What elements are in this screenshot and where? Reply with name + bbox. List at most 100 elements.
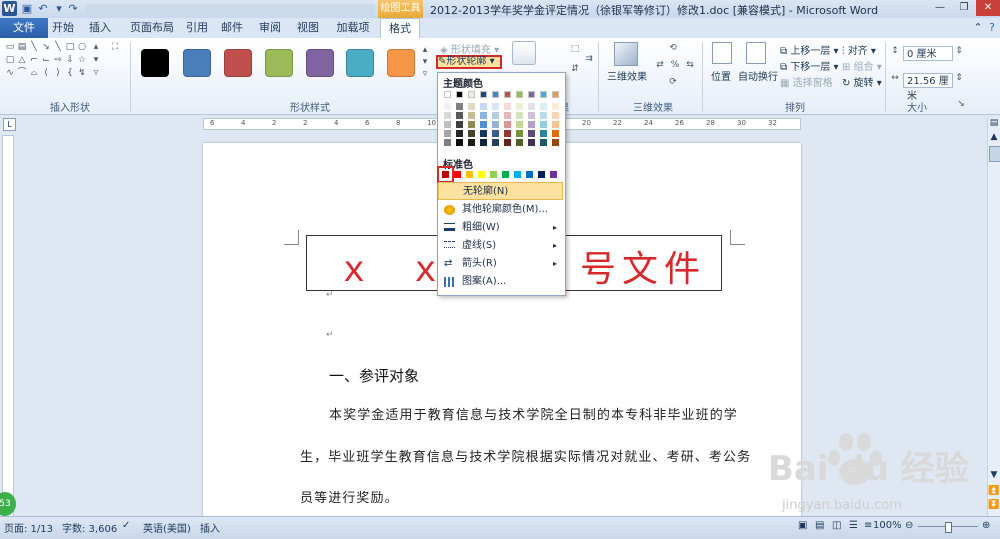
- bracket-shape-icon[interactable]: ⟩: [53, 68, 63, 78]
- arrow-down-shape-icon[interactable]: ⇩: [65, 55, 75, 65]
- status-page[interactable]: 页面: 1/13: [4, 520, 53, 535]
- theme-color-swatch[interactable]: [504, 91, 511, 98]
- theme-shade-swatch[interactable]: [456, 121, 463, 128]
- maximize-icon[interactable]: ❐: [952, 0, 976, 16]
- theme-shade-swatch[interactable]: [504, 139, 511, 146]
- theme-shade-swatch[interactable]: [468, 130, 475, 137]
- style-swatch-green[interactable]: [265, 49, 293, 77]
- theme-shade-swatch[interactable]: [540, 130, 547, 137]
- help-icon[interactable]: ?: [986, 18, 998, 38]
- theme-shade-swatch[interactable]: [528, 103, 535, 110]
- tab-file[interactable]: 文件: [0, 18, 48, 38]
- line2-shape-icon[interactable]: ╲: [53, 42, 63, 52]
- theme-color-swatch[interactable]: [456, 91, 463, 98]
- elbow-shape-icon[interactable]: ⌙: [41, 55, 51, 65]
- word-logo[interactable]: W: [2, 1, 17, 16]
- theme-shade-swatch[interactable]: [468, 103, 475, 110]
- minimize-icon[interactable]: —: [928, 0, 952, 16]
- scribble-shape-icon[interactable]: ↯: [77, 68, 87, 78]
- menu-weight[interactable]: 粗细(W) ▸: [438, 219, 563, 237]
- tab-review[interactable]: 审阅: [256, 18, 284, 38]
- arrow-right-shape-icon[interactable]: ⇨: [53, 55, 63, 65]
- connector-shape-icon[interactable]: ⌐: [29, 55, 39, 65]
- theme-shade-swatch[interactable]: [480, 121, 487, 128]
- theme-shade-swatch[interactable]: [540, 112, 547, 119]
- threed-toggle-icon[interactable]: %: [670, 60, 680, 70]
- styles-scroll-up-icon[interactable]: ▴: [420, 45, 430, 55]
- shape-outline-button[interactable]: ✎形状轮廓 ▾: [436, 55, 502, 69]
- style-swatch-black[interactable]: [141, 49, 169, 77]
- zoom-level[interactable]: 100%: [873, 520, 902, 531]
- status-insert-mode[interactable]: 插入: [200, 520, 220, 535]
- zoom-out-icon[interactable]: ⊖: [905, 520, 913, 531]
- wrap-text-button[interactable]: 自动换行: [738, 68, 778, 83]
- theme-shade-swatch[interactable]: [480, 112, 487, 119]
- theme-shade-swatch[interactable]: [480, 139, 487, 146]
- proofing-icon[interactable]: ✓: [122, 520, 130, 531]
- scroll-up-icon[interactable]: ▲: [988, 132, 1000, 144]
- theme-shade-swatch[interactable]: [456, 103, 463, 110]
- theme-shade-swatch[interactable]: [492, 103, 499, 110]
- full-screen-view-icon[interactable]: ▤: [815, 520, 824, 531]
- nudge-right-icon[interactable]: ⇉: [584, 54, 594, 64]
- shadow-effects-icon[interactable]: [512, 41, 536, 65]
- style-swatch-purple[interactable]: [306, 49, 334, 77]
- tab-view[interactable]: 视图: [294, 18, 322, 38]
- theme-color-swatch[interactable]: [444, 91, 451, 98]
- theme-shade-swatch[interactable]: [444, 139, 451, 146]
- theme-shade-swatch[interactable]: [552, 121, 559, 128]
- align-button[interactable]: ⫶ 对齐 ▾: [842, 42, 876, 57]
- tab-home[interactable]: 开始: [50, 18, 76, 38]
- theme-shade-swatch[interactable]: [456, 112, 463, 119]
- theme-shade-swatch[interactable]: [540, 139, 547, 146]
- theme-shade-swatch[interactable]: [480, 130, 487, 137]
- threed-effects-button[interactable]: 三维效果: [607, 68, 647, 83]
- position-icon[interactable]: [712, 42, 732, 64]
- standard-color-swatch[interactable]: [454, 171, 461, 178]
- rect-shape-icon[interactable]: ▭: [5, 42, 15, 52]
- menu-more-outline-colors[interactable]: 其他轮廓颜色(M)...: [438, 201, 563, 219]
- styles-scroll-down-icon[interactable]: ▾: [420, 57, 430, 67]
- wave-shape-icon[interactable]: ∿: [5, 68, 15, 78]
- theme-shade-swatch[interactable]: [528, 121, 535, 128]
- rectangle-shape-icon[interactable]: □: [65, 42, 75, 52]
- theme-color-swatch[interactable]: [516, 91, 523, 98]
- arrow-line-shape-icon[interactable]: ↘: [41, 42, 51, 52]
- tilt-right-icon[interactable]: ⇆: [685, 60, 695, 70]
- shapes-more-icon[interactable]: ▿: [91, 68, 101, 78]
- tab-selector-icon[interactable]: L: [3, 118, 16, 131]
- styles-more-icon[interactable]: ▿: [420, 69, 430, 79]
- rounded-rect-shape-icon[interactable]: ▢: [5, 55, 15, 65]
- theme-shade-swatch[interactable]: [540, 103, 547, 110]
- nudge-shadow-icon[interactable]: ⇵: [570, 64, 580, 74]
- tab-format[interactable]: 格式: [380, 18, 420, 38]
- theme-shade-swatch[interactable]: [516, 139, 523, 146]
- rotate-button[interactable]: ↻ 旋转 ▾: [842, 74, 882, 89]
- brace-shape-icon[interactable]: {: [65, 68, 75, 78]
- theme-shade-swatch[interactable]: [516, 103, 523, 110]
- view-ruler-icon[interactable]: ▤: [988, 118, 1000, 130]
- theme-shade-swatch[interactable]: [504, 103, 511, 110]
- oval-shape-icon[interactable]: ○: [77, 42, 87, 52]
- theme-shade-swatch[interactable]: [444, 103, 451, 110]
- theme-shade-swatch[interactable]: [468, 121, 475, 128]
- save-icon[interactable]: ▣: [20, 2, 34, 16]
- tab-insert[interactable]: 插入: [86, 18, 114, 38]
- theme-shade-swatch[interactable]: [552, 103, 559, 110]
- tab-mailings[interactable]: 邮件: [218, 18, 246, 38]
- theme-shade-swatch[interactable]: [468, 139, 475, 146]
- theme-shade-swatch[interactable]: [456, 130, 463, 137]
- theme-shade-swatch[interactable]: [504, 121, 511, 128]
- shape-fill-button[interactable]: ◈ 形状填充 ▾: [440, 41, 499, 56]
- theme-shade-swatch[interactable]: [528, 139, 535, 146]
- style-swatch-blue[interactable]: [183, 49, 211, 77]
- style-swatch-red[interactable]: [224, 49, 252, 77]
- theme-shade-swatch[interactable]: [516, 112, 523, 119]
- web-layout-view-icon[interactable]: ◫: [832, 520, 841, 531]
- theme-shade-swatch[interactable]: [480, 103, 487, 110]
- theme-shade-swatch[interactable]: [552, 130, 559, 137]
- style-swatch-aqua[interactable]: [346, 49, 374, 77]
- zoom-in-icon[interactable]: ⊕: [982, 520, 990, 531]
- zoom-slider-thumb[interactable]: [945, 522, 952, 533]
- theme-color-grid[interactable]: [438, 88, 563, 158]
